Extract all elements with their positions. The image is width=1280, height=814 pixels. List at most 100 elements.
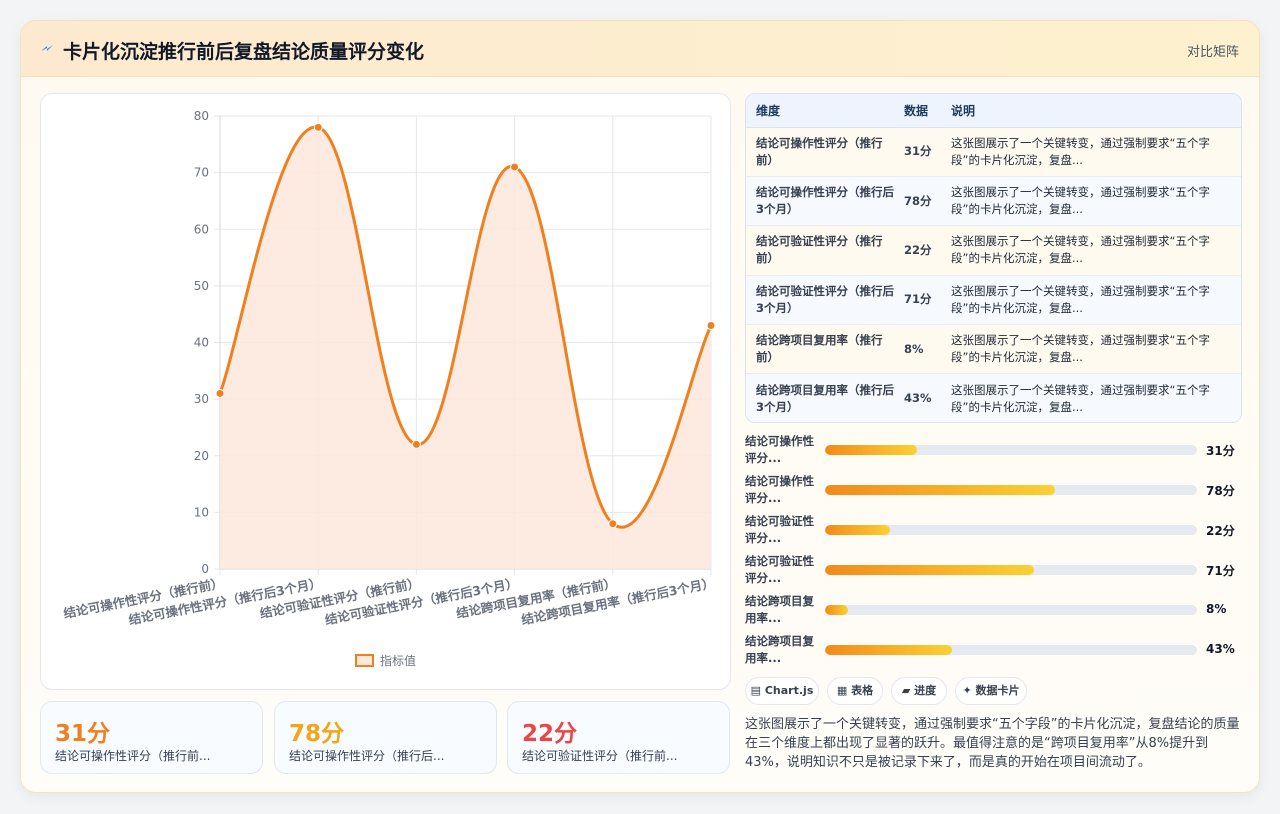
sparkle-icon: ✦ xyxy=(962,684,972,697)
progress-value: 78分 xyxy=(1206,484,1235,498)
y-tick-label: 40 xyxy=(194,336,209,350)
progress-fill xyxy=(825,525,891,535)
cell-value: 22分 xyxy=(898,225,941,276)
data-point[interactable] xyxy=(706,321,716,331)
chart-legend[interactable]: 指标值 xyxy=(355,653,416,668)
table-row: 结论可验证性评分（推行后3个月） 71分 这张图展示了一个关键转变，通过强制要求“五… xyxy=(746,275,1241,326)
progress-fill xyxy=(825,605,849,615)
progress-value: 31分 xyxy=(1206,444,1235,458)
progress-row: 结论可验证性评分... 71分 xyxy=(745,553,1242,587)
cell-dimension: 结论可验证性评分（推行前） xyxy=(746,225,898,276)
tag-chart-js0[interactable]: ▤ Chart.js xyxy=(745,677,819,705)
progress-track xyxy=(825,605,1197,615)
cell-value: 43% xyxy=(898,373,941,422)
summary-text: 这张图展示了一个关键转变，通过强制要求“五个字段”的卡片化沉淀，复盘结论的质量在… xyxy=(745,717,1240,770)
cell-dimension: 结论可操作性评分（推行前） xyxy=(746,127,898,177)
progress-label: 结论可验证性评分... xyxy=(745,514,814,545)
column-header: 说明 xyxy=(941,94,1241,128)
cell-dimension: 结论跨项目复用率（推行前） xyxy=(746,324,898,375)
cell-description: 这张图展示了一个关键转变，通过强制要求“五个字段”的卡片化沉淀，复盘... xyxy=(941,225,1241,276)
y-tick-label: 50 xyxy=(194,279,209,293)
progress-track xyxy=(825,525,1197,535)
progress-row: 结论可操作性评分... 78分 xyxy=(745,473,1242,507)
progress-fill xyxy=(825,565,1035,575)
progress-value: 22分 xyxy=(1206,524,1235,538)
cell-description: 这张图展示了一个关键转变，通过强制要求“五个字段”的卡片化沉淀，复盘... xyxy=(941,127,1241,177)
kpi-label: 结论可操作性评分（推行前... xyxy=(55,749,211,763)
cell-description: 这张图展示了一个关键转变，通过强制要求“五个字段”的卡片化沉淀，复盘... xyxy=(941,373,1241,422)
progress-track xyxy=(825,445,1197,455)
progress-value: 43% xyxy=(1206,642,1235,656)
column-header: 维度 xyxy=(746,94,898,128)
series-area xyxy=(220,126,711,569)
chart-panel: 0 10 20 30 40 50 60 70 80 结论可操作性评分（推行前） 结论可操作性评分（推… xyxy=(40,93,731,690)
y-tick-label: 10 xyxy=(194,505,209,519)
header-bar: 卡片化沉淀推行前后复盘结论质量评分变化 对比矩阵 xyxy=(21,21,1259,77)
progress-label: 结论可操作性评分... xyxy=(745,434,814,465)
table-row: 结论跨项目复用率（推行后3个月） 43% 这张图展示了一个关键转变，通过强制要求“五… xyxy=(746,373,1241,422)
data-point[interactable] xyxy=(411,439,421,449)
tag-label: 数据卡片 xyxy=(975,684,1020,697)
cell-value: 8% xyxy=(898,324,941,375)
column-header: 数据 xyxy=(898,94,941,128)
tag-label: Chart.js xyxy=(764,684,814,697)
progress-label: 结论跨项目复用率... xyxy=(745,634,814,665)
kpi-card: 78分 结论可操作性评分（推行后... xyxy=(274,701,497,774)
data-point[interactable] xyxy=(313,122,323,132)
progress-row: 结论跨项目复用率... 8% xyxy=(745,593,1242,627)
progress-fill xyxy=(825,485,1056,495)
progress-row: 结论可操作性评分... 31分 xyxy=(745,433,1242,467)
progress-row: 结论跨项目复用率... 43% xyxy=(745,633,1242,667)
cell-dimension: 结论可验证性评分（推行后3个月） xyxy=(746,275,898,326)
kpi-label: 结论可验证性评分（推行前... xyxy=(522,749,678,763)
y-tick-label: 80 xyxy=(194,109,209,123)
mode-label[interactable]: 对比矩阵 xyxy=(1187,41,1239,60)
tag-3[interactable]: ✦ 数据卡片 xyxy=(955,677,1027,705)
tag-label: 表格 xyxy=(851,684,874,697)
y-tick-label: 60 xyxy=(194,222,209,236)
line-chart: 01020304050607080结论可操作性评分（推行前）结论可操作性评分（推… xyxy=(62,109,716,668)
chart-icon: ▤ xyxy=(750,684,762,697)
progress-icon: ▰ xyxy=(901,684,911,697)
cell-value: 71分 xyxy=(898,275,941,326)
lightning-icon xyxy=(41,45,53,51)
cell-description: 这张图展示了一个关键转变，通过强制要求“五个字段”的卡片化沉淀，复盘... xyxy=(941,324,1241,375)
y-tick-label: 20 xyxy=(194,449,209,463)
table-header-row: 维度 数据 说明 xyxy=(746,94,1241,128)
table-row: 结论可验证性评分（推行前） 22分 这张图展示了一个关键转变，通过强制要求“五个字段… xyxy=(746,225,1241,276)
dashboard-card: 卡片化沉淀推行前后复盘结论质量评分变化 对比矩阵 0 10 20 30 40 50 60 70… xyxy=(20,20,1260,793)
cell-value: 78分 xyxy=(898,176,941,227)
table-row: 结论可操作性评分（推行前） 31分 这张图展示了一个关键转变，通过强制要求“五个字段… xyxy=(746,127,1241,177)
y-tick-label: 0 xyxy=(201,562,209,576)
progress-track xyxy=(825,565,1197,575)
kpi-value: 78分 xyxy=(289,721,345,747)
progress-track xyxy=(825,645,1197,655)
legend-label: 指标值 xyxy=(380,653,416,668)
data-point[interactable] xyxy=(608,519,618,529)
kpi-card: 22分 结论可验证性评分（推行前... xyxy=(507,701,730,774)
kpi-card: 31分 结论可操作性评分（推行前... xyxy=(40,701,263,774)
kpi-label: 结论可操作性评分（推行后... xyxy=(289,749,445,763)
progress-row: 结论可验证性评分... 22分 xyxy=(745,513,1242,547)
table-row: 结论跨项目复用率（推行前） 8% 这张图展示了一个关键转变，通过强制要求“五个字段”… xyxy=(746,324,1241,375)
legend-swatch xyxy=(355,654,374,667)
cell-value: 31分 xyxy=(898,127,941,177)
tag-1[interactable]: ▦ 表格 xyxy=(827,677,883,705)
progress-label: 结论跨项目复用率... xyxy=(745,594,814,625)
data-point[interactable] xyxy=(215,388,225,398)
kpi-value: 22分 xyxy=(522,721,578,747)
y-tick-label: 30 xyxy=(194,392,209,406)
kpi-value: 31分 xyxy=(55,721,111,747)
progress-value: 8% xyxy=(1206,602,1227,616)
cell-dimension: 结论跨项目复用率（推行后3个月） xyxy=(746,373,898,422)
progress-list: 结论可操作性评分... 31分 结论可操作性评分... 78分 结论可验证性评分... 2… xyxy=(745,433,1242,673)
data-table: 维度 数据 说明 结论可操作性评分（推行前） 31分 这张图展示了一个关键转变，通过… xyxy=(745,93,1242,423)
cell-description: 这张图展示了一个关键转变，通过强制要求“五个字段”的卡片化沉淀，复盘... xyxy=(941,176,1241,227)
page-title: 卡片化沉淀推行前后复盘结论质量评分变化 xyxy=(63,41,425,63)
y-tick-label: 70 xyxy=(194,166,209,180)
table-row: 结论可操作性评分（推行后3个月） 78分 这张图展示了一个关键转变，通过强制要求“五… xyxy=(746,176,1241,227)
cell-description: 这张图展示了一个关键转变，通过强制要求“五个字段”的卡片化沉淀，复盘... xyxy=(941,275,1241,326)
progress-fill xyxy=(825,645,952,655)
data-point[interactable] xyxy=(510,162,520,172)
tag-2[interactable]: ▰ 进度 xyxy=(891,677,947,705)
